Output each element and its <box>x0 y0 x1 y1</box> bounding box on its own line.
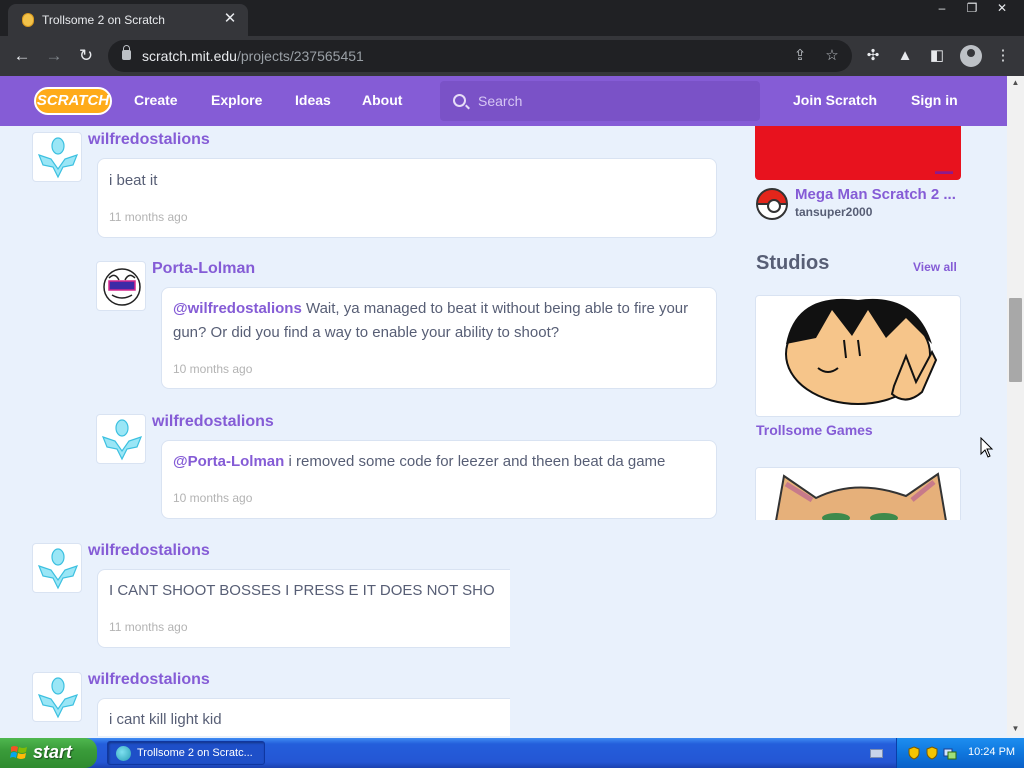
browser-titlebar: Trollsome 2 on Scratch ✕ – ❐ ✕ <box>0 0 1024 36</box>
taskbar-window-item[interactable]: Trollsome 2 on Scratc... <box>107 741 265 765</box>
comment-username[interactable]: wilfredostalions <box>88 671 210 689</box>
close-window-button[interactable]: ✕ <box>988 0 1016 18</box>
project-title[interactable]: Mega Man Scratch 2 ... <box>795 186 956 203</box>
reload-icon[interactable]: ↻ <box>74 44 98 68</box>
side-panel-icon[interactable]: ◧ <box>926 45 948 67</box>
restore-button[interactable]: ❐ <box>958 0 986 18</box>
mouse-cursor-icon <box>980 437 994 458</box>
minimize-button[interactable]: – <box>928 0 956 18</box>
comment-text: i beat it <box>109 172 158 189</box>
comment-bubble: I CANT SHOOT BOSSES I PRESS E IT DOES NO… <box>97 569 510 648</box>
browser-toolbar: ← → ↻ scratch.mit.edu/projects/237565451… <box>0 36 1024 76</box>
windows-flag-icon <box>10 746 27 759</box>
menu-kebab-icon[interactable]: ⋮ <box>992 45 1014 67</box>
network-icon[interactable] <box>943 746 957 760</box>
scratch-navbar: SCRATCH Create Explore Ideas About Join … <box>0 76 1007 126</box>
tab-title: Trollsome 2 on Scratch <box>42 13 165 27</box>
studio-title[interactable]: Trollsome Games <box>756 422 873 438</box>
comment-text: I CANT SHOOT BOSSES I PRESS E IT DOES NO… <box>109 582 495 599</box>
taskbar-window-label: Trollsome 2 on Scratc... <box>137 747 253 759</box>
comment-timestamp: 11 months ago <box>109 620 188 634</box>
scroll-up-arrow-icon[interactable]: ▲ <box>1007 76 1024 90</box>
labs-flask-icon[interactable]: ▲ <box>894 45 916 67</box>
comment-text: @wilfredostalions Wait, ya managed to be… <box>173 300 689 341</box>
project-author[interactable]: tansuper2000 <box>795 205 872 219</box>
nav-create[interactable]: Create <box>134 92 178 108</box>
mention-link[interactable]: @Porta-Lolman <box>173 453 284 470</box>
sign-in-link[interactable]: Sign in <box>911 92 958 108</box>
scroll-thumb[interactable] <box>1009 298 1022 382</box>
nav-explore[interactable]: Explore <box>211 92 262 108</box>
chrome-icon <box>116 746 131 761</box>
search-input[interactable] <box>478 91 748 111</box>
star-icon[interactable]: ☆ <box>822 46 842 66</box>
search-box <box>440 81 760 121</box>
share-icon[interactable]: ⇪ <box>790 46 810 66</box>
nav-ideas[interactable]: Ideas <box>295 92 331 108</box>
comment-username[interactable]: Porta-Lolman <box>152 260 255 278</box>
window-controls: – ❐ ✕ <box>928 0 1016 18</box>
profile-avatar-icon[interactable] <box>960 45 982 67</box>
comment-bubble: i cant kill light kid <box>97 698 510 736</box>
avatar[interactable] <box>96 414 146 464</box>
windows-taskbar: start Trollsome 2 on Scratc... 10:24 PM <box>0 738 1024 768</box>
comment-username[interactable]: wilfredostalions <box>88 131 210 149</box>
studio-thumbnail[interactable] <box>755 295 961 417</box>
avatar[interactable] <box>32 543 82 593</box>
reply-bubble: @wilfredostalions Wait, ya managed to be… <box>161 287 717 389</box>
studio-thumbnail[interactable] <box>755 467 961 520</box>
page-viewport: wilfredostalions i beat it 11 months ago… <box>0 76 1007 736</box>
comment-timestamp: 10 months ago <box>173 362 253 376</box>
scroll-down-arrow-icon[interactable]: ▼ <box>1007 722 1024 736</box>
scratch-cat-icon <box>22 13 34 27</box>
close-tab-icon[interactable]: ✕ <box>220 9 240 27</box>
comment-username[interactable]: wilfredostalions <box>152 413 274 431</box>
comment-timestamp: 10 months ago <box>173 491 253 505</box>
pokeball-avatar-icon[interactable] <box>756 188 788 220</box>
comment-timestamp: 11 months ago <box>109 210 188 224</box>
join-scratch-link[interactable]: Join Scratch <box>793 92 877 108</box>
lock-icon <box>122 45 131 60</box>
avatar[interactable] <box>32 132 82 182</box>
comment-text: i cant kill light kid <box>109 711 222 728</box>
avatar[interactable] <box>96 261 146 311</box>
page-scrollbar[interactable]: ▲ ▼ <box>1007 76 1024 736</box>
comment-bubble: i beat it 11 months ago <box>97 158 717 238</box>
reply-bubble: @Porta-Lolman i removed some code for le… <box>161 440 717 519</box>
start-label: start <box>33 742 73 762</box>
extensions-puzzle-icon[interactable]: ✣ <box>862 45 884 67</box>
security-shield-icon[interactable] <box>925 746 939 760</box>
browser-tab[interactable]: Trollsome 2 on Scratch ✕ <box>8 4 248 36</box>
search-icon <box>453 94 466 107</box>
comment-text: @Porta-Lolman i removed some code for le… <box>173 453 666 470</box>
avatar[interactable] <box>32 672 82 722</box>
keyboard-icon[interactable] <box>870 749 883 758</box>
back-arrow-icon[interactable]: ← <box>10 44 34 68</box>
security-shield-icon[interactable] <box>907 746 921 760</box>
thumbnail-mark: ▬▬ <box>935 166 953 176</box>
studios-heading: Studios <box>756 252 830 274</box>
address-bar[interactable]: scratch.mit.edu/projects/237565451 ⇪ ☆ <box>108 40 852 72</box>
url-text: scratch.mit.edu/projects/237565451 <box>142 48 364 64</box>
mention-link[interactable]: @wilfredostalions <box>173 300 302 317</box>
view-all-link[interactable]: View all <box>913 260 957 274</box>
start-button[interactable]: start <box>0 738 97 768</box>
scratch-logo[interactable]: SCRATCH <box>34 87 112 115</box>
forward-arrow-icon[interactable]: → <box>42 44 66 68</box>
nav-about[interactable]: About <box>362 92 402 108</box>
taskbar-clock[interactable]: 10:24 PM <box>968 746 1015 758</box>
comment-username[interactable]: wilfredostalions <box>88 542 210 560</box>
